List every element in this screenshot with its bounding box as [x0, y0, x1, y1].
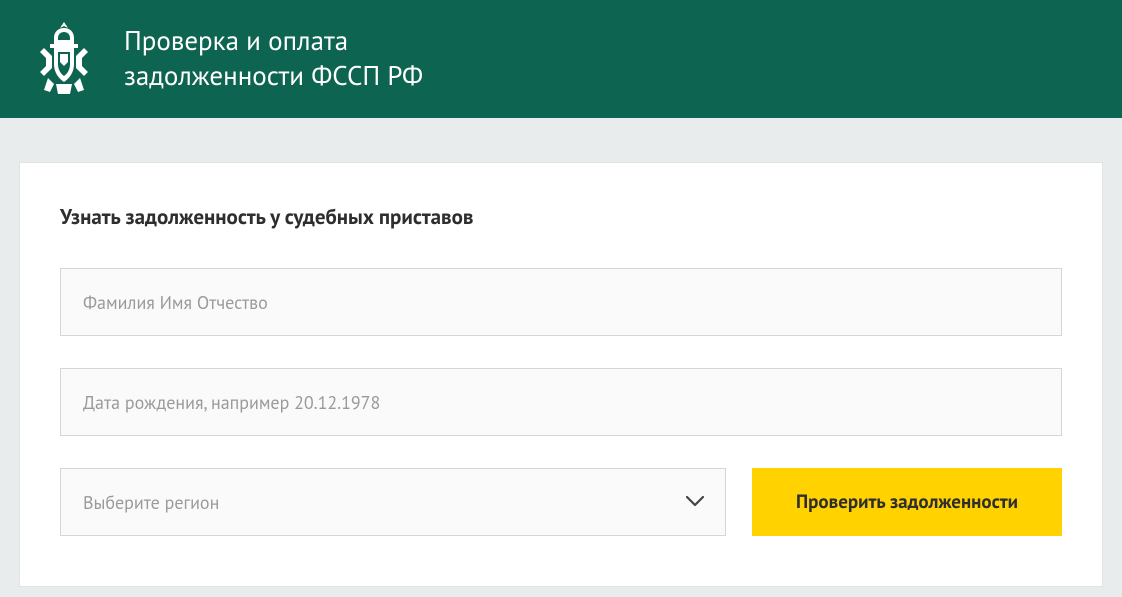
- fssp-emblem-icon: [30, 20, 98, 98]
- bottom-row: Выберите регион Проверить задолженности: [60, 468, 1062, 536]
- region-select[interactable]: Выберите регион: [60, 468, 726, 536]
- region-select-wrapper: Выберите регион: [60, 468, 726, 536]
- full-name-input[interactable]: [60, 268, 1062, 336]
- page-header: Проверка и оплата задолженности ФССП РФ: [0, 0, 1122, 118]
- content-wrapper: Узнать задолженность у судебных приставо…: [0, 118, 1122, 586]
- header-title: Проверка и оплата задолженности ФССП РФ: [124, 24, 423, 94]
- search-form-card: Узнать задолженность у судебных приставо…: [20, 163, 1102, 586]
- header-title-line1: Проверка и оплата: [124, 24, 423, 59]
- check-debt-button[interactable]: Проверить задолженности: [752, 468, 1062, 536]
- form-heading: Узнать задолженность у судебных приставо…: [60, 203, 1062, 230]
- header-title-line2: задолженности ФССП РФ: [124, 59, 423, 94]
- date-of-birth-input[interactable]: [60, 368, 1062, 436]
